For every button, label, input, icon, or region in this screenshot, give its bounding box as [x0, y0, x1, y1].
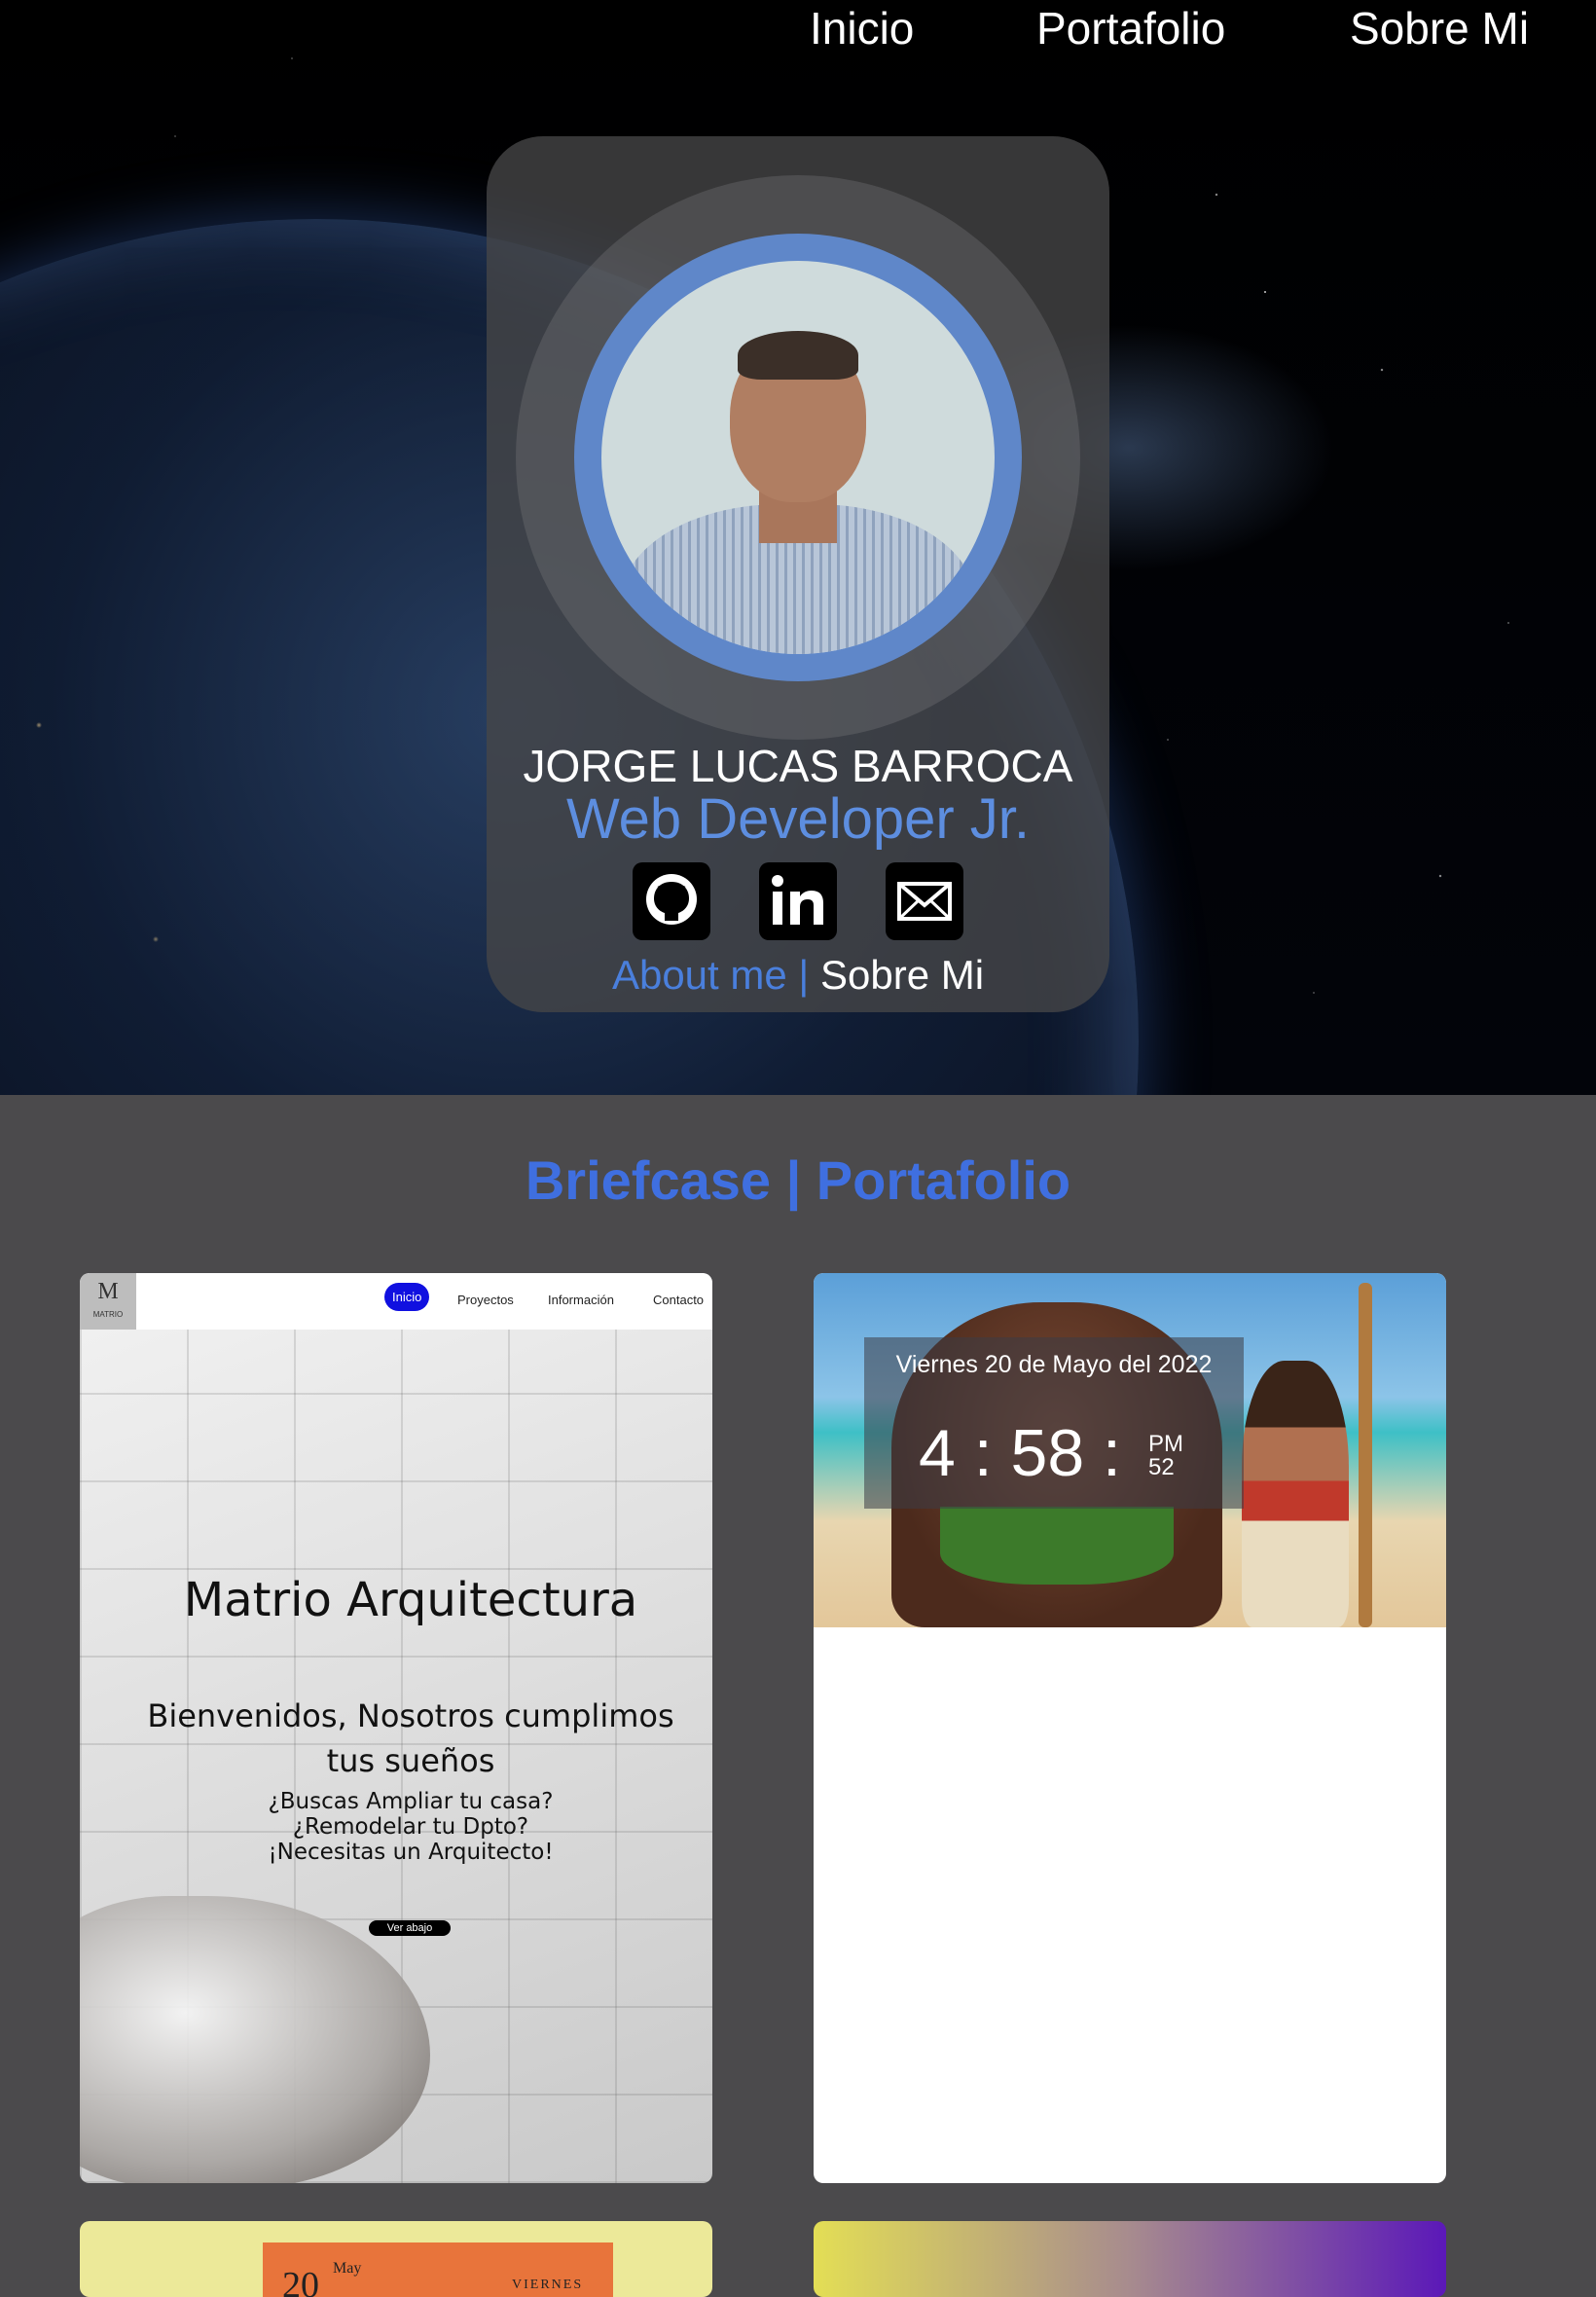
- profile-name: JORGE LUCAS BARROCA: [523, 741, 1073, 791]
- clock-time: 4 : 58 :: [919, 1416, 1121, 1490]
- ver-abajo-button: Ver abajo: [369, 1920, 451, 1936]
- profile-photo-ring: [574, 234, 1022, 681]
- portfolio-title: Briefcase | Portafolio: [525, 1149, 1071, 1211]
- clock-ampm: PM 52: [1148, 1431, 1183, 1480]
- project-card-gradient[interactable]: [814, 2221, 1446, 2297]
- project-nav-inicio: Inicio: [384, 1283, 430, 1311]
- github-icon[interactable]: [633, 862, 710, 940]
- matrio-logo: M MATRIO: [80, 1273, 136, 1330]
- profile-photo: [601, 261, 995, 654]
- social-links: [487, 862, 1109, 940]
- clock-panel: Viernes 20 de Mayo del 2022 4 : 58 : PM …: [864, 1337, 1244, 1509]
- sobre-mi-text[interactable]: Sobre Mi: [820, 952, 984, 998]
- moana-background-image: Viernes 20 de Mayo del 2022 4 : 58 : PM …: [814, 1273, 1446, 1627]
- calendar-weekday: VIERNES: [512, 2278, 584, 2292]
- calendar-month: May: [333, 2260, 362, 2277]
- project-questions: ¿Buscas Ampliar tu casa? ¿Remodelar tu D…: [268, 1789, 554, 1865]
- calendar-preview: 20 May VIERNES: [263, 2242, 613, 2297]
- top-nav: Inicio Portafolio Sobre Mi: [0, 0, 1596, 58]
- project-card-matrio[interactable]: M MATRIO Inicio Proyectos Información Co…: [80, 1273, 712, 2183]
- nav-inicio[interactable]: Inicio: [810, 2, 914, 55]
- project-subtitle: Bienvenidos, Nosotros cumplimos tus sueñ…: [147, 1697, 674, 1779]
- mail-icon[interactable]: [886, 862, 963, 940]
- nav-portafolio[interactable]: Portafolio: [1036, 2, 1225, 55]
- project-nav-contacto: Contacto: [653, 1293, 705, 1307]
- profile-role: Web Developer Jr.: [565, 787, 1031, 851]
- clock-date: Viernes 20 de Mayo del 2022: [895, 1351, 1213, 1378]
- project-card-clock[interactable]: Viernes 20 de Mayo del 2022 4 : 58 : PM …: [814, 1273, 1446, 2183]
- calendar-day-number: 20: [282, 2265, 319, 2297]
- linkedin-icon[interactable]: [759, 862, 837, 940]
- project-navbar: M MATRIO Inicio Proyectos Información Co…: [80, 1273, 712, 1330]
- about-link[interactable]: About me | Sobre Mi: [487, 952, 1109, 999]
- hero-section: Inicio Portafolio Sobre Mi JORGE LUCAS B…: [0, 0, 1596, 1095]
- project-nav-proyectos: Proyectos: [457, 1293, 514, 1307]
- profile-card: JORGE LUCAS BARROCA Web Developer Jr. Ab…: [487, 136, 1109, 1012]
- project-title: Matrio Arquitectura: [183, 1573, 638, 1627]
- nav-sobre-mi[interactable]: Sobre Mi: [1350, 2, 1529, 55]
- project-card-calendar[interactable]: 20 May VIERNES: [80, 2221, 712, 2297]
- project-nav-informacion: Información: [548, 1293, 614, 1307]
- about-me-text[interactable]: About me |: [612, 952, 809, 998]
